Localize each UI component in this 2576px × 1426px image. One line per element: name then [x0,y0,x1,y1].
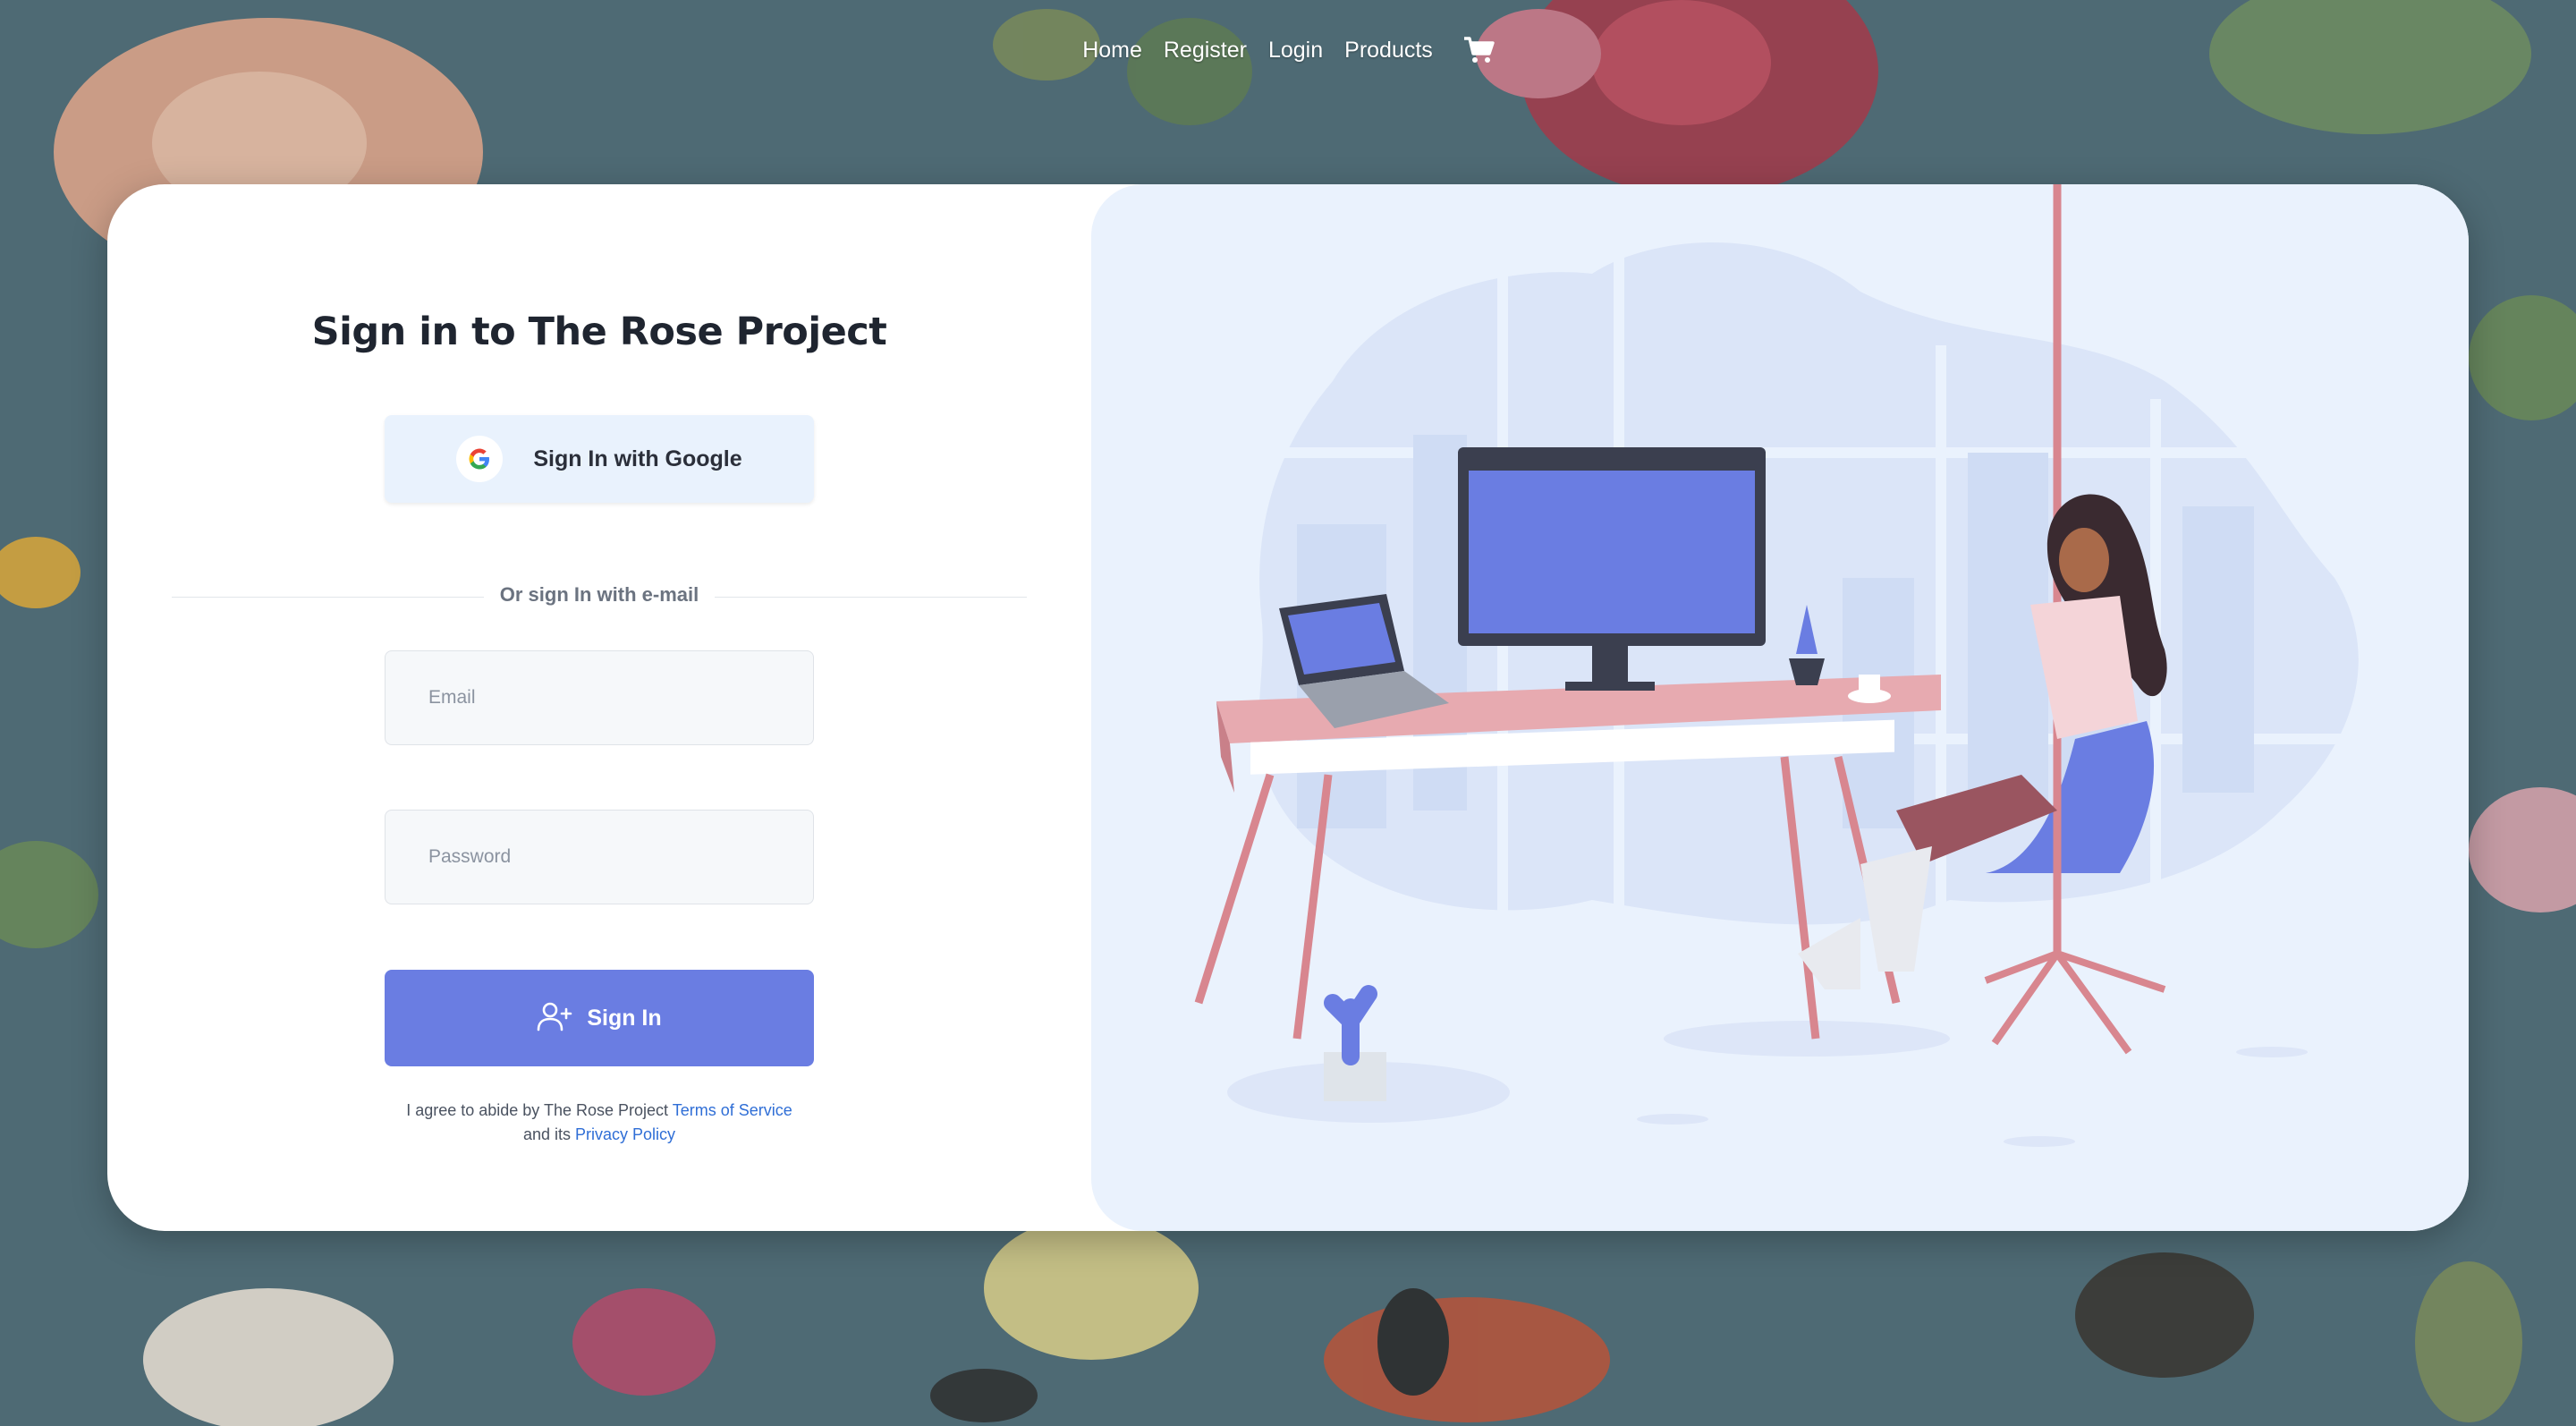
sign-in-label: Sign In [587,1005,662,1031]
terms-notice: I agree to abide by The Rose Project Ter… [107,1099,1091,1147]
terms-of-service-link[interactable]: Terms of Service [673,1101,792,1119]
shopping-cart-icon[interactable] [1463,33,1497,67]
workspace-illustration [1194,184,2361,1147]
divider-label: Or sign In with e-mail [483,583,716,606]
google-icon [456,436,504,482]
login-card: Sign in to The Rose Project Sign In with… [107,184,2469,1231]
nav-links: Home Register Login Products [1072,33,1497,67]
login-form-panel: Sign in to The Rose Project Sign In with… [107,184,1091,1231]
email-field[interactable] [385,650,814,745]
page-title: Sign in to The Rose Project [311,310,887,354]
nav-home-link[interactable]: Home [1072,38,1153,64]
user-plus-icon [537,1001,572,1036]
email-divider: Or sign In with e-mail [172,583,1027,610]
google-sign-in-button[interactable]: Sign In with Google [385,415,814,503]
nav-register-link[interactable]: Register [1153,38,1258,64]
terms-middle: and its [522,1125,571,1143]
divider-label-wrap: Or sign In with e-mail [172,583,1027,607]
terms-prefix: I agree to abide by The Rose Project [406,1101,669,1119]
sign-in-button[interactable]: Sign In [385,970,814,1066]
privacy-policy-link[interactable]: Privacy Policy [575,1125,675,1143]
google-button-label: Sign In with Google [533,446,742,471]
top-nav: Home Register Login Products [0,25,2576,75]
nav-products-link[interactable]: Products [1334,38,1444,64]
nav-login-link[interactable]: Login [1258,38,1334,64]
illustration-panel [1091,184,2469,1231]
password-field[interactable] [385,810,814,904]
